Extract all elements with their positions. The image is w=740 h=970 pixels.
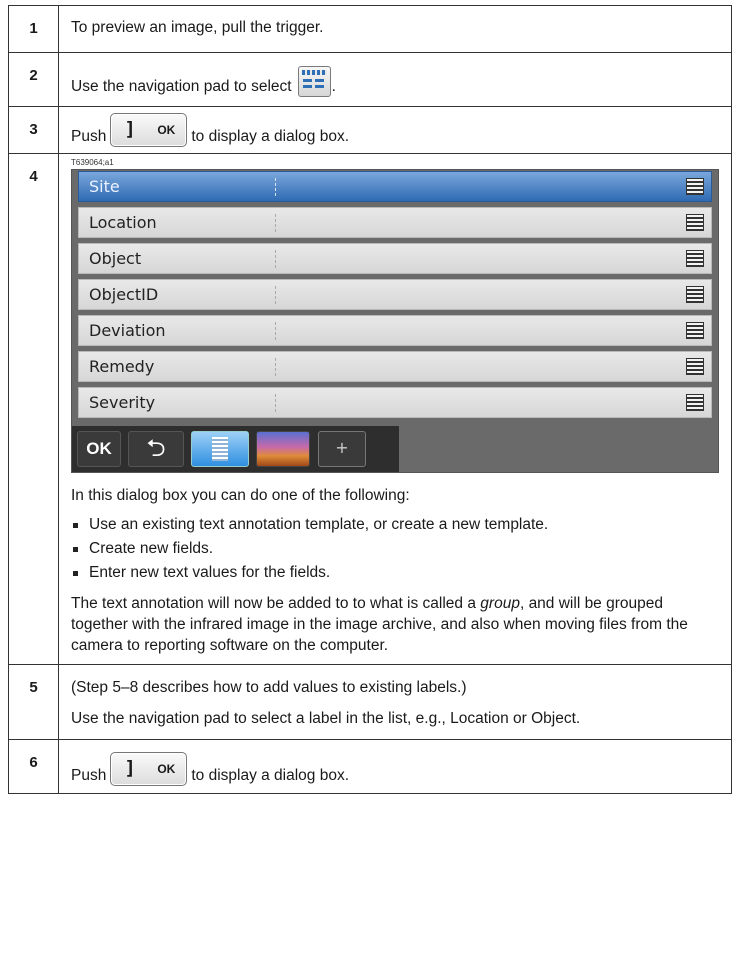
step-2: 2 Use the navigation pad to select . bbox=[8, 52, 732, 107]
step-1: 1 To preview an image, pull the trigger. bbox=[8, 5, 732, 53]
step-3: 3 Push ] OK to display a dialog box. bbox=[8, 106, 732, 154]
row-label: Remedy bbox=[89, 357, 155, 376]
row-label: ObjectID bbox=[89, 285, 159, 304]
row-label: Severity bbox=[89, 393, 156, 412]
dialog-row-severity[interactable]: Severity bbox=[78, 387, 712, 418]
dialog-row-remedy[interactable]: Remedy bbox=[78, 351, 712, 382]
dialog-intro: In this dialog box you can do one of the… bbox=[71, 487, 410, 504]
group-paragraph: The text annotation will now be added to… bbox=[71, 593, 719, 656]
para-text: The text annotation will now be added to… bbox=[71, 595, 481, 612]
step-text: Use the navigation pad to select bbox=[71, 78, 292, 95]
dialog-row-deviation[interactable]: Deviation bbox=[78, 315, 712, 346]
menu-lines-icon[interactable] bbox=[686, 394, 704, 411]
step-4: 4 T639064;a1 Site Location Object Object… bbox=[8, 153, 732, 665]
ok-key-icon: ] OK bbox=[110, 752, 188, 786]
ok-button[interactable]: OK bbox=[77, 431, 121, 467]
step-6: 6 Push ] OK to display a dialog box. bbox=[8, 739, 732, 794]
row-label: Site bbox=[89, 177, 120, 196]
step-text: Use the navigation pad to select a label… bbox=[71, 710, 581, 727]
para-emphasis: group bbox=[480, 595, 520, 612]
menu-lines-icon[interactable] bbox=[686, 250, 704, 267]
step-number: 4 bbox=[8, 153, 59, 665]
dialog-toolbar: OK ⮌ + bbox=[72, 426, 399, 472]
back-arrow-icon[interactable]: ⮌ bbox=[128, 431, 184, 467]
step-number: 5 bbox=[8, 664, 59, 740]
steps-table: 1 To preview an image, pull the trigger.… bbox=[8, 5, 732, 794]
menu-lines-icon[interactable] bbox=[686, 178, 704, 195]
menu-lines-icon[interactable] bbox=[686, 286, 704, 303]
photo-icon[interactable] bbox=[256, 431, 310, 467]
step-text-end: . bbox=[331, 78, 336, 95]
dialog-row-object[interactable]: Object bbox=[78, 243, 712, 274]
push-text: Push bbox=[71, 128, 107, 145]
step-number: 2 bbox=[8, 52, 59, 107]
figure-id: T639064;a1 bbox=[71, 158, 114, 167]
menu-lines-icon[interactable] bbox=[686, 214, 704, 231]
dialog-row-location[interactable]: Location bbox=[78, 207, 712, 238]
template-list-icon bbox=[297, 66, 331, 97]
row-label: Deviation bbox=[89, 321, 166, 340]
row-label: Object bbox=[89, 249, 142, 268]
step-text: to display a dialog box. bbox=[191, 128, 350, 145]
step-text: to display a dialog box. bbox=[191, 767, 350, 784]
step-5: 5 (Step 5–8 describes how to add values … bbox=[8, 664, 732, 740]
list-item: Use an existing text annotation template… bbox=[73, 513, 719, 537]
plus-icon[interactable]: + bbox=[318, 431, 366, 467]
list-item: Create new fields. bbox=[73, 537, 719, 561]
options-list: Use an existing text annotation template… bbox=[71, 513, 719, 585]
step-number: 6 bbox=[8, 739, 59, 794]
menu-lines-icon[interactable] bbox=[686, 322, 704, 339]
push-text: Push bbox=[71, 767, 107, 784]
text-annotation-dialog: Site Location Object ObjectID Deviation R… bbox=[71, 169, 719, 473]
list-item: Enter new text values for the fields. bbox=[73, 561, 719, 585]
dialog-row-objectid[interactable]: ObjectID bbox=[78, 279, 712, 310]
text-doc-icon[interactable] bbox=[191, 431, 249, 467]
step-number: 1 bbox=[8, 5, 59, 53]
dialog-row-site[interactable]: Site bbox=[78, 171, 712, 202]
menu-lines-icon[interactable] bbox=[686, 358, 704, 375]
step-number: 3 bbox=[8, 106, 59, 154]
step-text: To preview an image, pull the trigger. bbox=[71, 19, 324, 36]
row-label: Location bbox=[89, 213, 157, 232]
ok-key-icon: ] OK bbox=[110, 113, 188, 147]
step-note: (Step 5–8 describes how to add values to… bbox=[71, 679, 467, 696]
